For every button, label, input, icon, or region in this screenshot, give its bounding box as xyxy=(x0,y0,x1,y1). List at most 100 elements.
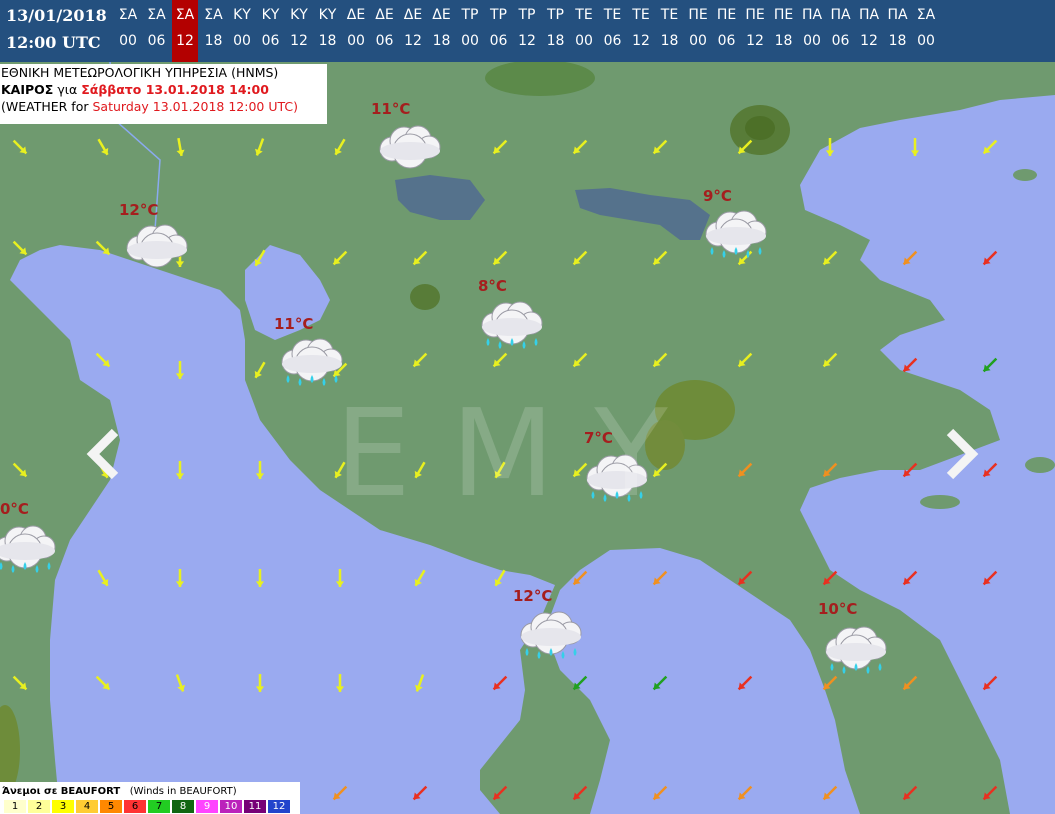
time-step-hour: 00 xyxy=(233,33,251,49)
time-step-hour: 06 xyxy=(489,33,508,49)
time-step-1[interactable]: ΣΑ 06 xyxy=(144,0,170,62)
time-step-day: ΠΕ xyxy=(688,7,708,23)
time-step-hour: 12 xyxy=(632,33,650,49)
time-step-day: ΠΕ xyxy=(716,7,737,23)
time-step-26[interactable]: ΠΑ 12 xyxy=(856,0,882,62)
temperature-label: 0°C xyxy=(0,500,29,518)
cloud-icon xyxy=(379,125,441,169)
rain-cloud-icon xyxy=(520,611,582,659)
time-step-hour: 12 xyxy=(404,33,422,49)
time-step-hour: 00 xyxy=(917,33,935,49)
time-step-day: ΤΕ xyxy=(660,7,679,23)
time-step-hour: 18 xyxy=(774,33,793,49)
forecast-local-line: ΚΑΙΡΟΣ για Σάββατο 13.01.2018 14:00 xyxy=(1,82,269,97)
time-step-4[interactable]: ΚΥ 00 xyxy=(229,0,255,62)
rain-cloud-icon xyxy=(0,525,56,573)
next-arrow-icon[interactable] xyxy=(940,428,980,480)
time-step-day: ΠΑ xyxy=(858,7,880,23)
time-step-12[interactable]: ΤΡ 00 xyxy=(457,0,483,62)
time-step-day: ΤΡ xyxy=(461,7,479,23)
time-step-hour: 18 xyxy=(432,33,451,49)
rain-cloud-icon xyxy=(281,338,343,386)
legend-swatch: 3 xyxy=(52,800,74,813)
time-step-3[interactable]: ΣΑ 18 xyxy=(201,0,227,62)
prev-arrow-icon[interactable] xyxy=(85,428,125,480)
temperature-label: 9°C xyxy=(703,187,732,205)
time-step-6[interactable]: ΚΥ 12 xyxy=(286,0,312,62)
time-step-11[interactable]: ΔΕ 18 xyxy=(429,0,455,62)
time-step-day: ΣΑ xyxy=(147,7,166,23)
time-step-day: ΠΕ xyxy=(745,7,765,23)
time-step-21[interactable]: ΠΕ 06 xyxy=(714,0,740,62)
watermark: EMY xyxy=(335,385,708,524)
time-step-5[interactable]: ΚΥ 06 xyxy=(258,0,284,62)
time-step-hour: 12 xyxy=(518,33,536,49)
time-step-27[interactable]: ΠΑ 18 xyxy=(885,0,911,62)
time-step-hour: 00 xyxy=(689,33,707,49)
time-step-day: ΣΑ xyxy=(175,7,195,23)
time-step-day: ΔΕ xyxy=(432,7,451,23)
time-step-day: ΠΑ xyxy=(887,7,908,23)
current-time-display: 13/01/2018 12:00 UTC xyxy=(0,0,115,62)
time-step-day: ΣΑ xyxy=(916,7,936,23)
temperature-label: 12°C xyxy=(513,587,553,605)
time-step-8[interactable]: ΔΕ 00 xyxy=(343,0,369,62)
time-step-14[interactable]: ΤΡ 12 xyxy=(514,0,540,62)
legend-swatch: 12 xyxy=(268,800,290,813)
time-step-16[interactable]: ΤΕ 00 xyxy=(571,0,597,62)
time-step-hour: 00 xyxy=(575,33,593,49)
time-step-hour: 12 xyxy=(290,33,308,49)
legend-swatch: 6 xyxy=(124,800,146,813)
time-step-hour: 06 xyxy=(375,33,394,49)
time-step-hour: 12 xyxy=(746,33,764,49)
time-step-22[interactable]: ΠΕ 12 xyxy=(742,0,768,62)
time-step-13[interactable]: ΤΡ 06 xyxy=(486,0,512,62)
temperature-label: 12°C xyxy=(119,201,159,219)
current-date: 13/01/2018 xyxy=(6,6,107,25)
time-step-day: ΔΕ xyxy=(346,7,366,23)
time-step-day: ΚΥ xyxy=(318,7,337,23)
legend-swatch: 5 xyxy=(100,800,122,813)
time-step-hour: 00 xyxy=(347,33,365,49)
time-step-7[interactable]: ΚΥ 18 xyxy=(315,0,341,62)
time-step-day: ΣΑ xyxy=(118,7,138,23)
local-date: Σάββατο 13.01.2018 14:00 xyxy=(81,82,269,97)
time-step-2[interactable]: ΣΑ 12 xyxy=(172,0,198,62)
time-step-day: ΤΡ xyxy=(490,7,507,23)
rain-cloud-icon xyxy=(481,301,543,349)
cloud-icon xyxy=(126,224,188,268)
utc-date: Saturday 13.01.2018 12:00 UTC) xyxy=(92,99,298,114)
time-step-25[interactable]: ΠΑ 06 xyxy=(828,0,854,62)
time-step-9[interactable]: ΔΕ 06 xyxy=(372,0,398,62)
time-selector-bar: 13/01/2018 12:00 UTC ΣΑ 00 ΣΑ 06 ΣΑ 12 ΣΑ 18 ΚΥ 0… xyxy=(0,0,1055,62)
time-step-day: ΔΕ xyxy=(403,7,423,23)
time-step-0[interactable]: ΣΑ 00 xyxy=(115,0,141,62)
rain-cloud-icon xyxy=(825,626,887,674)
time-step-hour: 00 xyxy=(803,33,821,49)
time-step-17[interactable]: ΤΕ 06 xyxy=(600,0,626,62)
time-step-15[interactable]: ΤΡ 18 xyxy=(543,0,569,62)
time-step-28[interactable]: ΣΑ 00 xyxy=(913,0,939,62)
time-step-hour: 12 xyxy=(860,33,878,49)
time-step-18[interactable]: ΤΕ 12 xyxy=(628,0,654,62)
time-step-23[interactable]: ΠΕ 18 xyxy=(771,0,797,62)
time-step-day: ΚΥ xyxy=(261,7,280,23)
time-step-24[interactable]: ΠΑ 00 xyxy=(799,0,825,62)
time-step-20[interactable]: ΠΕ 00 xyxy=(685,0,711,62)
time-step-day: ΚΥ xyxy=(233,7,251,23)
legend-swatch: 11 xyxy=(244,800,266,813)
legend-subtitle: (Winds in BEAUFORT) xyxy=(129,786,237,797)
time-step-day: ΤΕ xyxy=(632,7,650,23)
info-box: ΕΘΝΙΚΗ ΜΕΤΕΩΡΟΛΟΓΙΚΗ ΥΠΗΡΕΣΙΑ (HNMS) ΚΑΙ… xyxy=(0,64,327,124)
time-step-hour: 00 xyxy=(461,33,479,49)
time-step-10[interactable]: ΔΕ 12 xyxy=(400,0,426,62)
time-step-hour: 06 xyxy=(261,33,280,49)
legend-swatch: 7 xyxy=(148,800,170,813)
temperature-label: 10°C xyxy=(818,600,858,618)
temperature-label: 7°C xyxy=(584,429,613,447)
legend-swatch: 10 xyxy=(220,800,242,813)
time-step-19[interactable]: ΤΕ 18 xyxy=(657,0,683,62)
temperature-label: 11°C xyxy=(371,100,411,118)
temperature-label: 8°C xyxy=(478,277,507,295)
time-step-day: ΔΕ xyxy=(375,7,394,23)
